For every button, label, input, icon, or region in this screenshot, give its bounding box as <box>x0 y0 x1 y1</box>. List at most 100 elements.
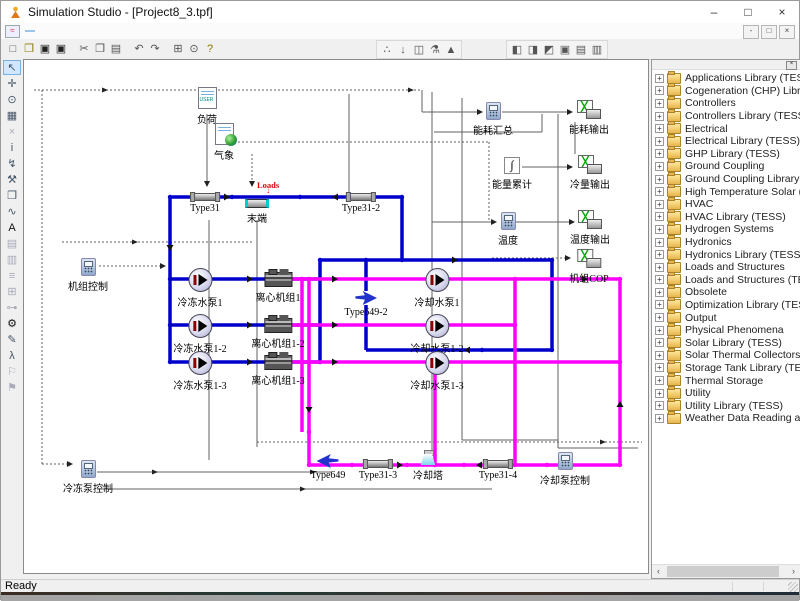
library-horizontal-scrollbar[interactable]: ‹ › <box>652 564 800 578</box>
plot-button[interactable]: ▲ <box>443 42 459 57</box>
scroll-left-arrow[interactable]: ‹ <box>652 565 665 578</box>
tile-left-button[interactable]: ◧ <box>509 42 525 57</box>
expand-icon[interactable]: + <box>655 263 664 272</box>
cw-pump-1[interactable]: 冷却水泵1 <box>415 268 460 309</box>
unit-cop-plotter[interactable]: 机组COP <box>569 249 608 285</box>
image-tool[interactable]: ▦ <box>3 108 21 123</box>
chw-pump-1-2[interactable]: 冷冻水泵1-2 <box>173 314 226 355</box>
expand-icon[interactable]: + <box>655 414 664 423</box>
pipe-type31-4[interactable]: Type31-4 <box>479 460 517 481</box>
menu-calculate[interactable] <box>75 30 85 32</box>
cw-pump-1-3[interactable]: 冷却水泵1-3 <box>410 351 463 392</box>
menu-direct-access[interactable] <box>55 30 65 32</box>
chiller-1-3[interactable]: 离心机组1-3 <box>251 355 304 387</box>
terminal-unit[interactable]: 末端 <box>245 199 269 225</box>
expand-icon[interactable]: + <box>655 99 664 108</box>
energy-sum-calculator[interactable]: 能耗汇总 <box>473 102 513 137</box>
undo-button[interactable]: ↶ <box>131 41 147 56</box>
scrollbar-thumb[interactable] <box>667 566 779 577</box>
open-button[interactable]: ❒ <box>21 41 37 56</box>
arrange-button[interactable]: ▣ <box>557 42 573 57</box>
mdi-minimize-button[interactable]: - <box>743 25 759 39</box>
chw-pump-control-calculator[interactable]: 冷冻泵控制 <box>63 460 113 495</box>
expand-icon[interactable]: + <box>655 225 664 234</box>
expand-icon[interactable]: + <box>655 187 664 196</box>
connections-view-button[interactable]: ∴ <box>379 42 395 57</box>
pen-tool[interactable]: ✎ <box>3 332 21 347</box>
print-preview-button[interactable]: ⊙ <box>186 41 202 56</box>
close-button[interactable]: × <box>765 1 799 23</box>
expand-icon[interactable]: + <box>655 389 664 398</box>
new-button[interactable]: □ <box>5 41 21 56</box>
link-tool[interactable]: ↯ <box>3 156 21 171</box>
chiller-1-2[interactable]: 离心机组1-2 <box>251 318 304 350</box>
save-all-button[interactable]: ▣ <box>53 41 69 56</box>
signal-tool[interactable]: ∿ <box>3 204 21 219</box>
cooling-tower[interactable]: 冷却塔 <box>413 450 443 482</box>
expand-icon[interactable]: + <box>655 250 664 259</box>
menu-help[interactable] <box>105 30 115 32</box>
pan-tool[interactable]: ✛ <box>3 76 21 91</box>
chw-pump-1[interactable]: 冷冻水泵1 <box>178 268 223 309</box>
expand-icon[interactable]: + <box>655 338 664 347</box>
vertical-split-button[interactable]: ▥ <box>589 42 605 57</box>
cooling-output-plotter[interactable]: 冷量输出 <box>570 155 610 191</box>
menu-window[interactable] <box>95 30 105 32</box>
flag2-tool[interactable]: ⚑ <box>3 380 21 395</box>
expand-icon[interactable]: + <box>655 112 664 121</box>
pipe-type31-3[interactable]: Type31-3 <box>359 460 397 481</box>
expand-icon[interactable]: + <box>655 238 664 247</box>
menu-file[interactable] <box>25 30 35 32</box>
energy-accumulator[interactable]: 能量累计 <box>492 157 532 191</box>
chiller-1[interactable]: 离心机组1 <box>256 272 301 304</box>
load-file[interactable]: USER 负荷 <box>197 87 217 126</box>
temperature-calculator[interactable]: 温度 <box>498 212 518 247</box>
wrench-tool[interactable]: ⚒ <box>3 172 21 187</box>
output-button[interactable]: ↓ <box>395 42 411 57</box>
horizontal-split-button[interactable]: ▤ <box>573 42 589 57</box>
grid-tool[interactable]: ▤ <box>3 236 21 251</box>
plug-tool[interactable]: ⊶ <box>3 300 21 315</box>
cut-button[interactable]: ✂ <box>76 41 92 56</box>
delete-tool[interactable]: × <box>3 124 21 139</box>
menu-tools[interactable] <box>85 30 95 32</box>
paste-button[interactable]: ▤ <box>108 41 124 56</box>
parametric-button[interactable]: ⚗ <box>427 42 443 57</box>
weather-file[interactable]: 气象 <box>214 123 234 162</box>
tile-right-button[interactable]: ◨ <box>525 42 541 57</box>
expand-icon[interactable]: + <box>655 300 664 309</box>
library-close-button[interactable]: × <box>786 61 797 70</box>
menu-assembly[interactable] <box>65 30 75 32</box>
save-button[interactable]: ▣ <box>37 41 53 56</box>
stamp-tool[interactable]: ❐ <box>3 188 21 203</box>
mdi-restore-button[interactable]: □ <box>761 25 777 39</box>
unit-control-calculator[interactable]: 机组控制 <box>68 258 108 293</box>
redo-button[interactable]: ↷ <box>147 41 163 56</box>
expand-icon[interactable]: + <box>655 149 664 158</box>
card-tool[interactable]: ⊞ <box>3 284 21 299</box>
expand-icon[interactable]: + <box>655 275 664 284</box>
expand-icon[interactable]: + <box>655 363 664 372</box>
expand-icon[interactable]: + <box>655 124 664 133</box>
chw-pump-1-3[interactable]: 冷冻水泵1-3 <box>173 351 226 392</box>
cascade-button[interactable]: ◩ <box>541 42 557 57</box>
layers-tool[interactable]: ≡ <box>3 268 21 283</box>
expand-icon[interactable]: + <box>655 137 664 146</box>
mdi-close-button[interactable]: × <box>779 25 795 39</box>
info-tool[interactable]: i <box>3 140 21 155</box>
expand-icon[interactable]: + <box>655 175 664 184</box>
expand-icon[interactable]: + <box>655 288 664 297</box>
pipe-type31-2[interactable]: Type31-2 <box>342 193 380 214</box>
minimize-button[interactable]: – <box>697 1 731 23</box>
expand-icon[interactable]: + <box>655 86 664 95</box>
expand-icon[interactable]: + <box>655 351 664 360</box>
run-tool[interactable]: λ <box>3 348 21 363</box>
pipe-type31[interactable]: Type31 <box>190 193 220 214</box>
expand-icon[interactable]: + <box>655 162 664 171</box>
flag-tool[interactable]: ⚐ <box>3 364 21 379</box>
help-button[interactable]: ? <box>202 41 218 56</box>
zoom-tool[interactable]: ⊙ <box>3 92 21 107</box>
print-button[interactable]: ⊞ <box>170 41 186 56</box>
diagram-canvas[interactable]: USER 负荷 气象 Type31 末端 Type31-2 能耗汇总 <box>23 59 649 574</box>
resize-grip[interactable] <box>788 582 798 592</box>
